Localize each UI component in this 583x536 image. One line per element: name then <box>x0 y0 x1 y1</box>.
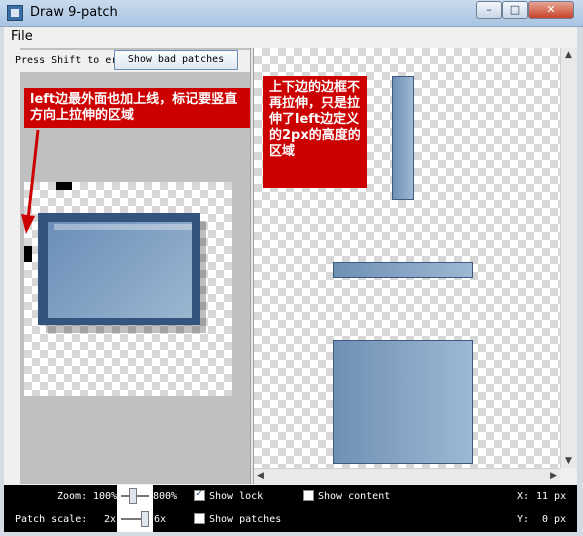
scroll-down-icon[interactable]: ▼ <box>565 456 572 466</box>
scroll-up-icon[interactable]: ▲ <box>565 50 572 60</box>
zoom-max-label: 800% <box>153 491 178 502</box>
menu-bar: File <box>4 27 577 47</box>
status-bar: Zoom: 100% 800% Patch scale: 2x 6x Show … <box>4 485 577 532</box>
patch-image <box>48 222 192 318</box>
show-lock-label: Show lock <box>209 491 264 502</box>
show-content-checkbox[interactable] <box>303 490 314 501</box>
show-lock-checkbox[interactable] <box>194 488 205 501</box>
scale-min-label: 2x <box>104 514 117 525</box>
top-stretch-marker[interactable] <box>56 182 72 190</box>
left-annotation: left边最外面也加上线，标记要竖直方向上拉伸的区域 <box>24 88 250 128</box>
hint-text: Press Shift to er <box>15 55 118 66</box>
close-button[interactable]: ✕ <box>528 1 574 19</box>
menu-file[interactable]: File <box>11 29 33 44</box>
show-patches-label: Show patches <box>209 514 282 525</box>
horizontal-scrollbar[interactable]: ◀ ▶ <box>254 468 560 484</box>
right-annotation: 上下边的边框不再拉伸，只是拉伸了left边定义的2px的高度的区域 <box>263 76 367 188</box>
show-content-label: Show content <box>318 491 391 502</box>
scale-slider-thumb[interactable] <box>141 511 149 527</box>
show-bad-patches-button[interactable]: Show bad patches <box>114 50 238 70</box>
zoom-label: Zoom: <box>57 491 88 502</box>
scale-max-label: 6x <box>154 514 167 525</box>
zoom-min-label: 100% <box>93 491 118 502</box>
x-coord-value: 11 px <box>536 491 567 502</box>
app-icon <box>7 5 23 21</box>
preview-vertical <box>392 76 414 200</box>
minimize-button[interactable]: – <box>476 1 502 19</box>
title-bar: Draw 9-patch – □ ✕ <box>0 0 583 27</box>
scroll-left-icon[interactable]: ◀ <box>257 471 264 481</box>
y-coord-label: Y: <box>517 514 530 525</box>
x-coord-label: X: <box>517 491 530 502</box>
scale-label: Patch scale: <box>15 514 88 525</box>
zoom-slider[interactable] <box>117 485 153 532</box>
left-stretch-marker[interactable] <box>24 246 32 262</box>
zoom-slider-thumb[interactable] <box>129 488 137 504</box>
show-patches-checkbox[interactable] <box>194 513 205 524</box>
preview-box <box>333 340 473 464</box>
y-coord-value: 0 px <box>542 514 567 525</box>
scroll-right-icon[interactable]: ▶ <box>550 471 557 481</box>
preview-horizontal <box>333 262 473 278</box>
window-title: Draw 9-patch <box>30 5 118 20</box>
vertical-scrollbar[interactable]: ▲ ▼ <box>560 48 577 468</box>
maximize-button[interactable]: □ <box>502 1 528 19</box>
